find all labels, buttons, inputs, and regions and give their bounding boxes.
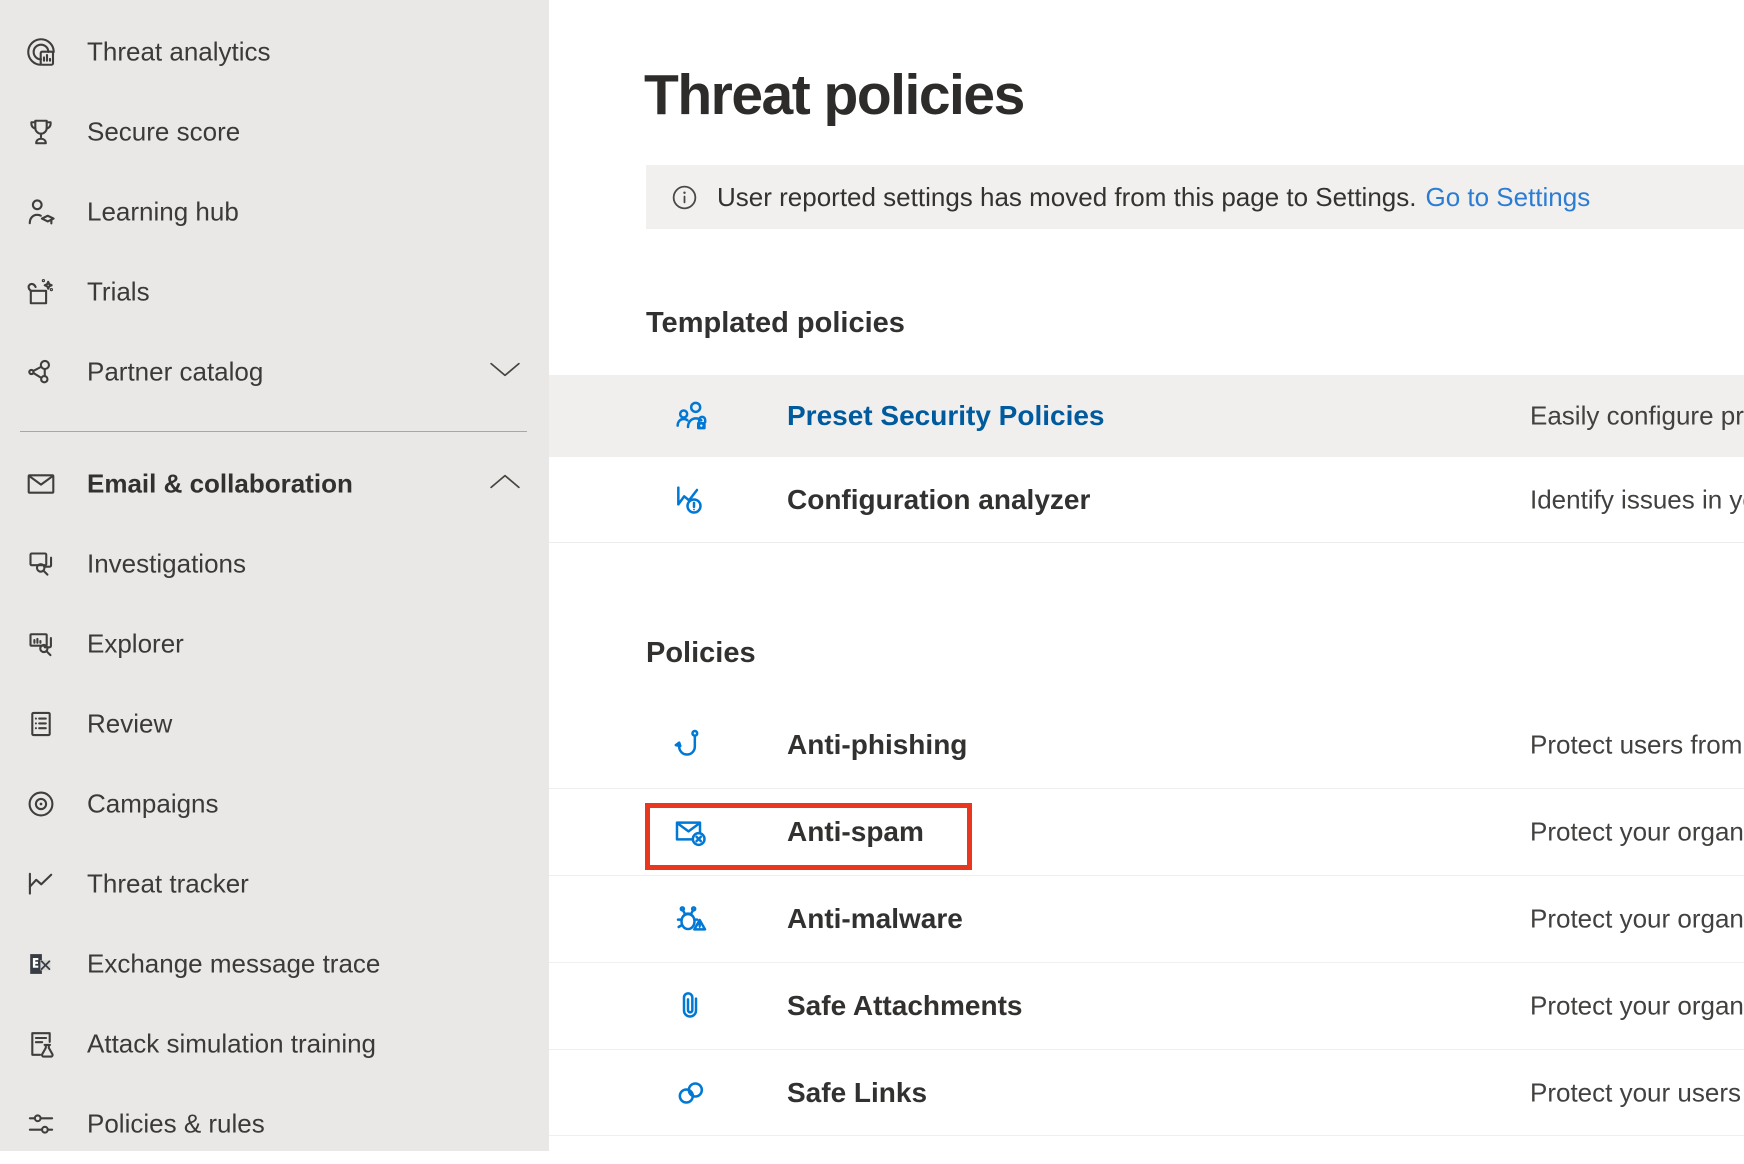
info-banner: User reported settings has moved from th… [646,165,1744,229]
anti-malware-link[interactable]: Anti-malware [787,903,963,935]
sidebar-item-explorer[interactable]: Explorer [0,604,549,684]
row-anti-malware[interactable]: Anti-malware Protect your organiz [549,876,1744,963]
section-heading-policies: Policies [646,637,756,670]
sidebar-item-threat-tracker[interactable]: Threat tracker [0,844,549,924]
sliders-icon [22,1105,60,1143]
info-icon [669,182,700,213]
configuration-analyzer-link[interactable]: Configuration analyzer [787,484,1090,516]
chevron-up-icon[interactable] [489,473,521,496]
line-chart-icon [22,865,60,903]
document-flask-icon [22,1025,60,1063]
anti-malware-bug-icon [671,899,711,939]
sidebar-item-secure-score[interactable]: Secure score [0,92,549,172]
row-anti-spam[interactable]: Anti-spam Protect your organiz [549,789,1744,876]
envelope-icon [22,465,60,503]
paperclip-icon [671,986,711,1026]
safe-attachments-link[interactable]: Safe Attachments [787,990,1022,1022]
sidebar-item-threat-analytics[interactable]: Threat analytics [0,12,549,92]
trials-gift-icon [22,273,60,311]
configuration-analyzer-icon [671,480,711,520]
sidebar-item-policies-rules[interactable]: Policies & rules [0,1084,549,1164]
safe-links-link[interactable]: Safe Links [787,1077,927,1109]
row-description: Protect your organiz [1530,991,1744,1022]
banner-message: User reported settings has moved from th… [717,182,1416,213]
sidebar-item-review[interactable]: Review [0,684,549,764]
threat-analytics-icon [22,33,60,71]
sidebar-divider [20,431,527,432]
sidebar-item-partner-catalog[interactable]: Partner catalog [0,332,549,412]
page-title: Threat policies [644,62,1024,128]
anti-spam-link[interactable]: Anti-spam [787,816,924,848]
review-list-icon [22,705,60,743]
anti-phishing-hook-icon [671,725,711,765]
sidebar-item-email-collaboration[interactable]: Email & collaboration [0,444,549,524]
sidebar-item-exchange-message-trace[interactable]: Exchange message trace [0,924,549,1004]
go-to-settings-link[interactable]: Go to Settings [1425,182,1590,213]
sidebar-item-trials[interactable]: Trials [0,252,549,332]
sidebar-item-campaigns[interactable]: Campaigns [0,764,549,844]
partner-catalog-molecule-icon [22,353,60,391]
anti-spam-envelope-icon [671,812,711,852]
section-heading-templated-policies: Templated policies [646,307,905,340]
row-description: Protect your users fr [1530,1077,1744,1108]
row-description: Identify issues in you [1530,484,1744,515]
row-configuration-analyzer[interactable]: Configuration analyzer Identify issues i… [549,457,1744,543]
row-safe-links[interactable]: Safe Links Protect your users fr [549,1050,1744,1136]
row-description: Easily configure prot [1530,401,1744,432]
investigations-search-icon [22,545,60,583]
row-description: Protect users from p [1530,730,1744,761]
row-preset-security-policies[interactable]: Preset Security Policies Easily configur… [549,375,1744,457]
sidebar-item-investigations[interactable]: Investigations [0,524,549,604]
explorer-search-icon [22,625,60,663]
row-description: Protect your organiz [1530,817,1744,848]
trophy-icon [22,113,60,151]
learning-hub-person-icon [22,193,60,231]
chain-links-icon [671,1073,711,1113]
sidebar: Threat analytics Secure score Learning h… [0,0,549,1151]
row-description: Protect your organiz [1530,904,1744,935]
main-content: Threat policies User reported settings h… [549,0,1744,1151]
campaigns-target-icon [22,785,60,823]
sidebar-item-learning-hub[interactable]: Learning hub [0,172,549,252]
chevron-down-icon[interactable] [489,361,521,384]
row-anti-phishing[interactable]: Anti-phishing Protect users from p [549,702,1744,789]
sidebar-item-attack-simulation-training[interactable]: Attack simulation training [0,1004,549,1084]
exchange-logo-icon [22,945,60,983]
anti-phishing-link[interactable]: Anti-phishing [787,729,967,761]
preset-security-policies-link[interactable]: Preset Security Policies [787,400,1105,432]
preset-security-icon [671,396,711,436]
row-safe-attachments[interactable]: Safe Attachments Protect your organiz [549,963,1744,1050]
